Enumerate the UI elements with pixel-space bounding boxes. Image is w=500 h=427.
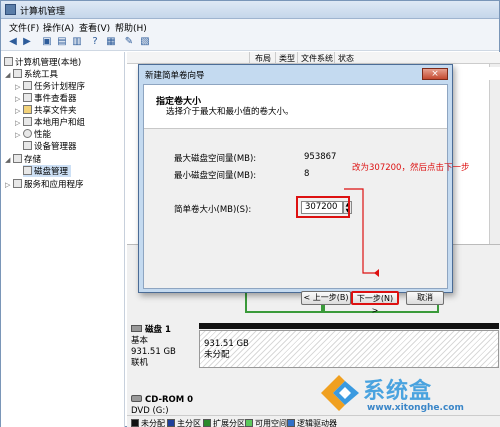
legend-unallocated: 未分配 (131, 418, 165, 427)
tree-node-root[interactable]: 计算机管理(本地) (4, 56, 81, 68)
input-highlight-box (296, 196, 350, 218)
wizard-title: 新建简单卷向导 (145, 71, 205, 81)
navigation-tree: 计算机管理(本地) ◢ 系统工具 ▷ 任务计划程序 ▷ 事件查看器 ▷ 共享文件夹 ▷ 本… (1, 52, 125, 427)
menu-help[interactable]: 帮助(H) (115, 21, 147, 34)
toolbar: ◀ ▶ ▣ ▤ ▥ ? ▦ ✎ ▧ (1, 34, 499, 51)
next-button[interactable]: 下一步(N) > (351, 291, 399, 315)
title-bar: 计算机管理 (1, 1, 499, 19)
min-size-value: 8 (304, 169, 310, 179)
tree-node-shared-folders[interactable]: ▷ 共享文件夹 (15, 104, 77, 116)
tree-node-device-manager[interactable]: 设备管理器 (23, 140, 77, 152)
wizard-subheading: 选择介于最大和最小值的卷大小。 (166, 107, 294, 117)
expand-arrow-icon[interactable]: ▷ (15, 107, 23, 115)
watermark-name: 系统盒 (363, 379, 433, 404)
watermark-url: www.xitonghe.com (367, 403, 464, 413)
wizard-header: 指定卷大小 选择介于最大和最小值的卷大小。 (144, 85, 447, 129)
up-folder-icon[interactable]: ▣ (41, 36, 53, 48)
legend-primary: 主分区 (167, 418, 201, 427)
event-log-icon (23, 93, 32, 102)
folder-icon (23, 105, 32, 114)
tree-node-performance[interactable]: ▷ 性能 (15, 128, 51, 140)
tree-node-system-tools[interactable]: ◢ 系统工具 (5, 68, 58, 80)
computer-management-icon (5, 4, 16, 15)
column-type[interactable]: 类型 (279, 53, 295, 64)
disk-icon (131, 325, 142, 332)
device-manager-icon (23, 141, 32, 150)
menu-bar: 文件(F) 操作(A) 查看(V) 帮助(H) (1, 19, 499, 34)
vertical-scrollbar[interactable] (489, 64, 500, 244)
performance-icon (23, 129, 32, 138)
tree-node-services-apps[interactable]: ▷ 服务和应用程序 (5, 178, 84, 190)
watermark: 系统盒 www.xitonghe.com (319, 371, 500, 427)
max-size-value: 953867 (304, 152, 337, 162)
tree-node-event-viewer[interactable]: ▷ 事件查看器 (15, 92, 77, 104)
unallocated-partition[interactable]: 931.51 GB 未分配 (199, 330, 499, 368)
settings-icon[interactable]: ✎ (123, 36, 135, 48)
tree-node-storage[interactable]: ◢ 存储 (5, 153, 41, 165)
min-size-label: 最小磁盘空间量(MB): (174, 171, 257, 181)
menu-view[interactable]: 查看(V) (79, 21, 110, 34)
legend-extended: 扩展分区 (203, 418, 245, 427)
expand-arrow-icon[interactable]: ▷ (15, 131, 23, 139)
properties-icon[interactable]: ▥ (71, 36, 83, 48)
view-icon[interactable]: ▦ (105, 36, 117, 48)
computer-icon (4, 57, 13, 66)
cancel-button[interactable]: 取消 (406, 291, 444, 305)
volume-list-header: 布局 类型 文件系统 状态 (127, 52, 500, 64)
tools-icon (13, 69, 22, 78)
collapse-arrow-icon[interactable]: ◢ (5, 71, 13, 79)
annotation-text: 改为307200，然后点击下一步 (352, 163, 470, 173)
cdrom-icon (131, 395, 142, 402)
forward-arrow-icon[interactable]: ▶ (21, 36, 33, 48)
max-size-label: 最大磁盘空间量(MB): (174, 154, 257, 164)
help-icon[interactable]: ? (89, 36, 101, 48)
menu-action[interactable]: 操作(A) (43, 21, 74, 34)
column-status[interactable]: 状态 (338, 53, 354, 64)
tree-node-task-scheduler[interactable]: ▷ 任务计划程序 (15, 80, 85, 92)
cdrom-label[interactable]: CD-ROM 0 DVD (G:) (131, 395, 193, 417)
show-hide-tree-icon[interactable]: ▤ (56, 36, 68, 48)
expand-arrow-icon[interactable]: ▷ (5, 181, 13, 189)
clock-icon (23, 81, 32, 90)
collapse-arrow-icon[interactable]: ◢ (5, 156, 13, 164)
column-layout[interactable]: 布局 (255, 53, 271, 64)
storage-icon (13, 154, 22, 163)
window-title: 计算机管理 (20, 7, 66, 17)
column-filesystem[interactable]: 文件系统 (301, 53, 333, 64)
watermark-logo-icon (321, 375, 359, 411)
back-button[interactable]: < 上一步(B) (301, 291, 351, 305)
disk-management-icon (23, 166, 32, 175)
menu-file[interactable]: 文件(F) (9, 21, 39, 34)
users-icon (23, 117, 32, 126)
new-simple-volume-wizard: 新建简单卷向导 × 指定卷大小 选择介于最大和最小值的卷大小。 最大磁盘空间量(… (138, 64, 453, 315)
services-icon (13, 179, 22, 188)
expand-arrow-icon[interactable]: ▷ (15, 119, 23, 127)
back-arrow-icon[interactable]: ◀ (7, 36, 19, 48)
legend-free-space: 可用空间 (245, 418, 287, 427)
refresh-icon[interactable]: ▧ (139, 36, 151, 48)
volume-size-label: 简单卷大小(MB)(S): (174, 205, 252, 215)
expand-arrow-icon[interactable]: ▷ (15, 83, 23, 91)
close-icon[interactable]: × (422, 68, 448, 80)
computer-management-window: 计算机管理 文件(F) 操作(A) 查看(V) 帮助(H) ◀ ▶ ▣ ▤ ▥ … (0, 0, 500, 427)
tree-node-disk-management[interactable]: 磁盘管理 (23, 165, 72, 177)
expand-arrow-icon[interactable]: ▷ (15, 95, 23, 103)
wizard-body: 指定卷大小 选择介于最大和最小值的卷大小。 最大磁盘空间量(MB): 95386… (143, 84, 448, 315)
tree-node-local-users[interactable]: ▷ 本地用户和组 (15, 116, 85, 128)
disk1-label[interactable]: 磁盘 1 基本 931.51 GB 联机 (131, 325, 176, 369)
